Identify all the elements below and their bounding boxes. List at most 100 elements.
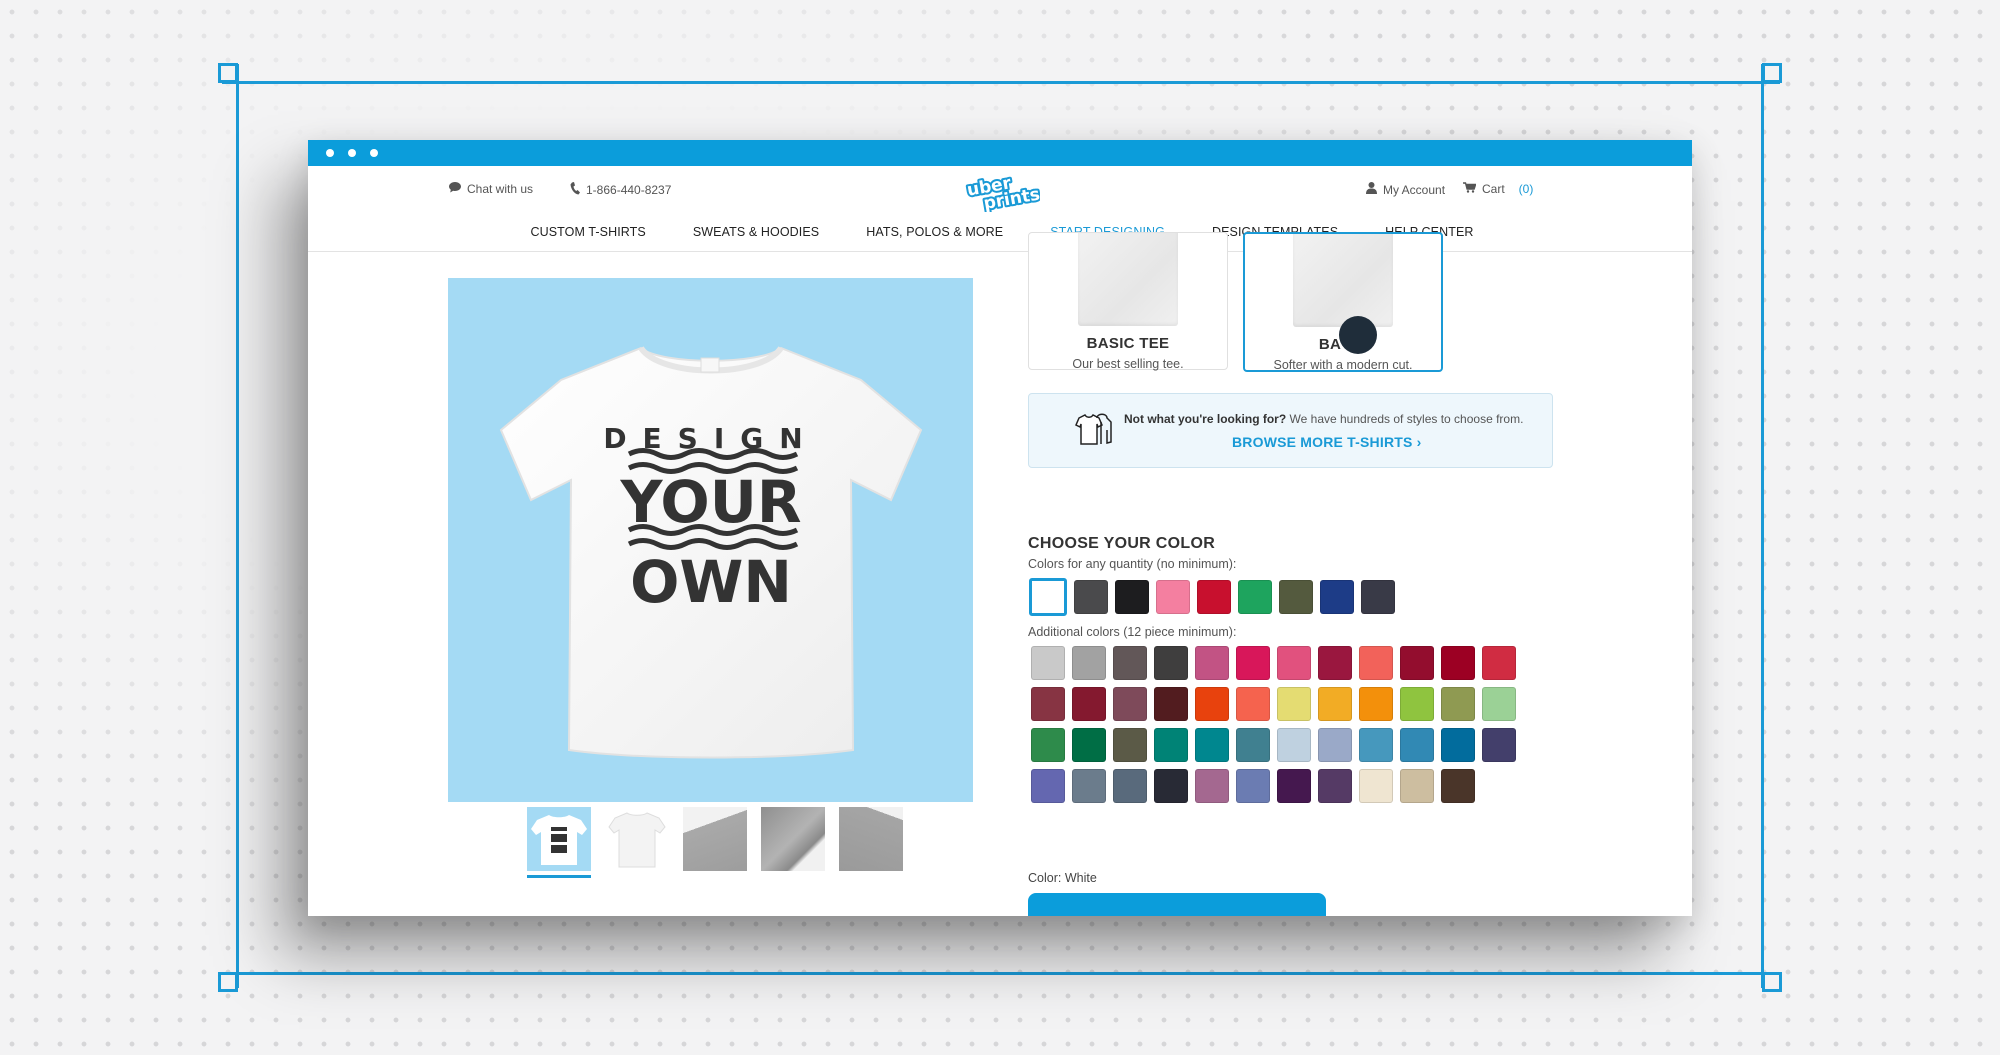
speech-bubble-icon: [449, 182, 461, 196]
browse-more-box: Not what you're looking for? We have hun…: [1028, 393, 1553, 468]
browse-text: We have hundreds of styles to choose fro…: [1286, 412, 1524, 426]
style-card-basic-tee[interactable]: BASIC TEE Our best selling tee.: [1028, 232, 1228, 371]
tshirt-image: DESIGN YOUR OWN: [499, 346, 922, 759]
thumbnail-plain-front[interactable]: [605, 807, 669, 871]
color-swatch[interactable]: [1441, 728, 1475, 762]
color-swatch[interactable]: [1113, 728, 1147, 762]
thumbnail-collar-detail[interactable]: [683, 807, 747, 871]
thumbnail-front-design[interactable]: [527, 807, 591, 878]
color-swatch[interactable]: [1361, 580, 1395, 614]
color-swatch[interactable]: [1236, 769, 1270, 803]
color-swatch[interactable]: [1154, 728, 1188, 762]
color-swatch[interactable]: [1277, 728, 1311, 762]
nav-hats-polos-more[interactable]: HATS, POLOS & MORE: [866, 225, 1003, 239]
browse-more-t-shirts-link[interactable]: BROWSE MORE T-SHIRTS ›: [1232, 434, 1422, 450]
color-swatch[interactable]: [1195, 728, 1229, 762]
nav-sweats-hoodies[interactable]: SWEATS & HOODIES: [693, 225, 819, 239]
color-swatch[interactable]: [1441, 687, 1475, 721]
any-quantity-swatches: [1029, 578, 1395, 616]
color-swatch[interactable]: [1277, 646, 1311, 680]
color-swatch[interactable]: [1238, 580, 1272, 614]
color-swatch[interactable]: [1400, 769, 1434, 803]
additional-color-swatches: [1031, 646, 1516, 803]
color-swatch[interactable]: [1236, 728, 1270, 762]
choose-color-title: CHOOSE YOUR COLOR: [1028, 535, 1216, 552]
utility-bar: Chat with us 1-866-440-8237 uber uber pr…: [308, 166, 1692, 216]
shirt-hoodie-icon: [1069, 410, 1115, 450]
color-swatch[interactable]: [1482, 728, 1516, 762]
phone-link[interactable]: 1-866-440-8237: [570, 182, 671, 198]
color-swatch[interactable]: [1359, 728, 1393, 762]
nav-custom-t-shirts[interactable]: CUSTOM T-SHIRTS: [530, 225, 645, 239]
color-swatch[interactable]: [1195, 646, 1229, 680]
window-dot[interactable]: [326, 149, 334, 157]
color-swatch[interactable]: [1154, 646, 1188, 680]
color-swatch[interactable]: [1072, 687, 1106, 721]
color-swatch[interactable]: [1115, 580, 1149, 614]
phone-icon: [570, 182, 580, 198]
color-swatch[interactable]: [1072, 728, 1106, 762]
color-swatch[interactable]: [1359, 646, 1393, 680]
browse-message: Not what you're looking for? We have hun…: [1124, 412, 1523, 426]
color-swatch[interactable]: [1029, 578, 1067, 616]
color-swatch[interactable]: [1318, 769, 1352, 803]
cursor-indicator: [1339, 316, 1377, 354]
color-swatch[interactable]: [1400, 728, 1434, 762]
color-swatch[interactable]: [1156, 580, 1190, 614]
color-swatch[interactable]: [1320, 580, 1354, 614]
color-swatch[interactable]: [1359, 769, 1393, 803]
color-swatch[interactable]: [1154, 769, 1188, 803]
color-swatch[interactable]: [1277, 769, 1311, 803]
primary-action-button[interactable]: [1028, 893, 1326, 916]
style-desc: Our best selling tee.: [1072, 357, 1184, 371]
color-swatch[interactable]: [1441, 646, 1475, 680]
color-swatch[interactable]: [1482, 646, 1516, 680]
style-desc: Softer with a modern cut.: [1273, 358, 1413, 372]
color-swatch[interactable]: [1113, 769, 1147, 803]
style-image: [1078, 233, 1178, 326]
color-swatch[interactable]: [1072, 769, 1106, 803]
thumbnail-hem-detail[interactable]: [761, 807, 825, 871]
color-swatch[interactable]: [1400, 646, 1434, 680]
color-swatch[interactable]: [1072, 646, 1106, 680]
color-swatch[interactable]: [1277, 687, 1311, 721]
chat-link[interactable]: Chat with us: [449, 182, 533, 196]
color-swatch[interactable]: [1318, 728, 1352, 762]
color-swatch[interactable]: [1318, 687, 1352, 721]
frame-corner-bl: [218, 972, 238, 992]
window-dot[interactable]: [348, 149, 356, 157]
thumbnail-sleeve-detail[interactable]: [839, 807, 903, 871]
browser-window: Chat with us 1-866-440-8237 uber uber pr…: [308, 140, 1692, 916]
color-swatch[interactable]: [1441, 769, 1475, 803]
uberprints-logo[interactable]: uber uber prints prints: [962, 171, 1044, 216]
style-card-selected[interactable]: BA Softer with a modern cut.: [1243, 232, 1443, 372]
window-dot[interactable]: [370, 149, 378, 157]
color-swatch[interactable]: [1031, 646, 1065, 680]
color-swatch[interactable]: [1359, 687, 1393, 721]
color-swatch[interactable]: [1031, 687, 1065, 721]
color-swatch[interactable]: [1236, 687, 1270, 721]
style-image: [1293, 234, 1393, 327]
color-swatch[interactable]: [1400, 687, 1434, 721]
color-swatch[interactable]: [1318, 646, 1352, 680]
cart-link[interactable]: Cart (0): [1463, 182, 1533, 196]
product-content: DESIGN YOUR OWN BASIC TEE Our best selli…: [308, 232, 1692, 916]
color-swatch[interactable]: [1074, 580, 1108, 614]
my-account-link[interactable]: My Account: [1366, 182, 1445, 197]
color-swatch[interactable]: [1154, 687, 1188, 721]
color-swatch[interactable]: [1031, 769, 1065, 803]
color-swatch[interactable]: [1031, 728, 1065, 762]
color-swatch[interactable]: [1195, 769, 1229, 803]
color-swatch[interactable]: [1482, 687, 1516, 721]
color-swatch[interactable]: [1195, 687, 1229, 721]
additional-colors-label: Additional colors (12 piece minimum):: [1028, 625, 1237, 639]
product-main-image[interactable]: DESIGN YOUR OWN: [448, 278, 973, 802]
frame-line-right: [1761, 64, 1764, 988]
frame-corner-tr: [1762, 63, 1782, 83]
color-swatch[interactable]: [1279, 580, 1313, 614]
color-swatch[interactable]: [1113, 646, 1147, 680]
cart-count: (0): [1518, 182, 1534, 196]
color-swatch[interactable]: [1236, 646, 1270, 680]
color-swatch[interactable]: [1197, 580, 1231, 614]
color-swatch[interactable]: [1113, 687, 1147, 721]
